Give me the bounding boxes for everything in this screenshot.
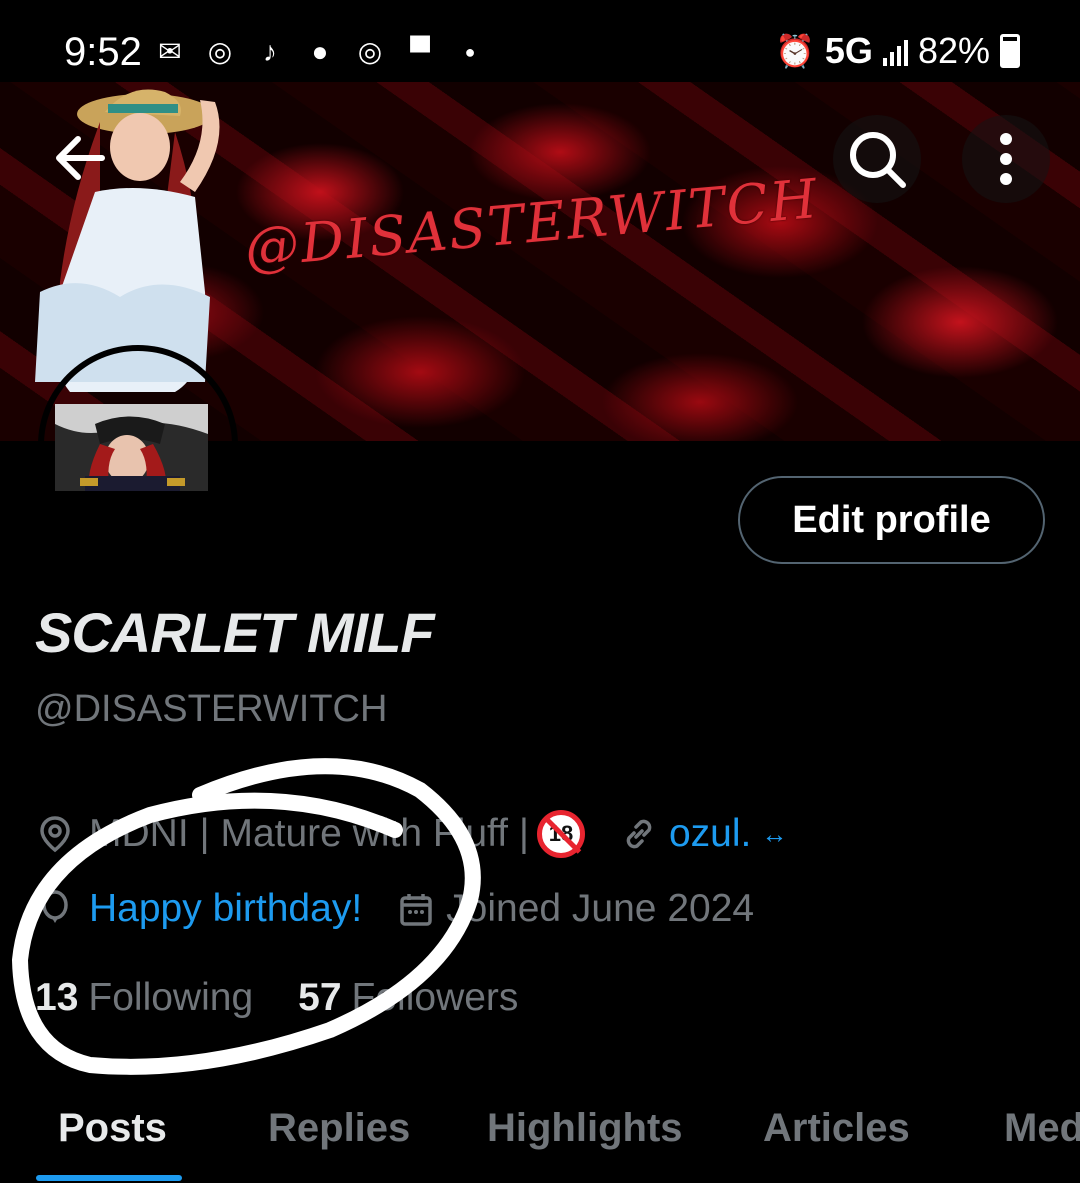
more-options-button[interactable] <box>962 115 1050 203</box>
location-pin-icon <box>40 816 70 853</box>
status-time: 9:52 <box>64 30 142 74</box>
age-badge-text: 18 <box>548 821 574 846</box>
instagram-icon: ◎ <box>357 36 383 67</box>
tab-replies[interactable]: Replies <box>268 1106 410 1151</box>
no-under-18-icon: 18 <box>536 810 585 858</box>
profile-meta-location-row: MDNI | Mature with Fluff | 18 ozul. ↔ <box>35 810 787 858</box>
network-label: 5G <box>824 30 873 71</box>
search-button[interactable] <box>833 115 921 203</box>
dot-icon: ● <box>464 42 476 62</box>
website-link[interactable]: ozul. <box>669 812 751 856</box>
balloon-icon <box>42 890 68 923</box>
instagram-icon: ◎ <box>207 36 233 67</box>
tinder-icon: ● <box>311 36 329 67</box>
birthday-text[interactable]: Happy birthday! <box>89 887 362 931</box>
search-icon <box>850 132 906 188</box>
status-bar: 9:52 ✉ ◎ ♪ ● ◎ ▀ ● ⏰ 5G 82% <box>0 0 1080 82</box>
user-handle: @DISASTERWITCH <box>35 688 388 730</box>
edit-profile-button[interactable]: Edit profile <box>738 476 1045 564</box>
profile-meta-dates-row: Happy birthday! Joined June 2024 <box>35 887 754 931</box>
profile-tabs: Posts Replies Highlights Articles Media <box>0 1100 1080 1183</box>
tab-highlights[interactable]: Highlights <box>487 1106 683 1151</box>
back-button[interactable] <box>40 118 120 198</box>
followers-label: Followers <box>351 976 519 1019</box>
battery-icon <box>1000 34 1020 68</box>
link-icon <box>626 819 652 849</box>
notification-icons: ✉ ◎ ♪ ● ◎ ▀ ● <box>152 34 488 70</box>
top-hat-icon: ▀ <box>410 36 430 67</box>
followers-link[interactable]: 57 Followers <box>298 976 518 1020</box>
mail-icon: ✉ <box>158 36 182 67</box>
avatar[interactable] <box>55 404 208 491</box>
status-right: ⏰ 5G 82% <box>775 30 1020 72</box>
website-suffix-icon: ↔ <box>761 818 788 849</box>
followers-count: 57 <box>298 976 342 1019</box>
tab-media[interactable]: Media <box>1004 1106 1080 1151</box>
tiktok-icon: ♪ <box>263 36 277 67</box>
signal-icon <box>882 36 908 66</box>
battery-percent: 82% <box>917 30 990 71</box>
active-tab-indicator <box>36 1175 182 1181</box>
avatar-image <box>55 404 208 491</box>
arrow-left-icon <box>56 136 105 180</box>
alarm-icon: ⏰ <box>775 33 815 69</box>
following-label: Following <box>88 976 254 1019</box>
follow-counts: 13 Following 57 Followers <box>35 976 518 1020</box>
tab-posts[interactable]: Posts <box>58 1106 167 1151</box>
joined-date: Joined June 2024 <box>446 887 755 930</box>
following-count: 13 <box>35 976 79 1019</box>
tab-articles[interactable]: Articles <box>763 1106 910 1151</box>
more-vertical-icon <box>1000 133 1012 185</box>
profile-location: MDNI | Mature with Fluff | <box>89 812 529 855</box>
display-name: SCARLET MILF <box>35 601 435 664</box>
following-link[interactable]: 13 Following <box>35 976 253 1020</box>
calendar-icon <box>400 894 432 926</box>
